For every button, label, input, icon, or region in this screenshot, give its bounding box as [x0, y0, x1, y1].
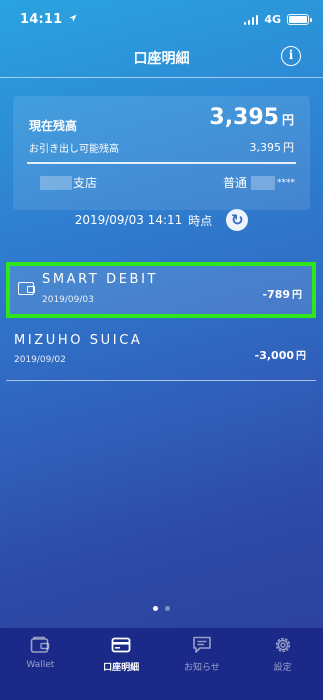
- available-balance-label: お引き出し可能残高: [29, 144, 119, 155]
- tab-account-statement[interactable]: 口座明細: [81, 628, 162, 700]
- page-title: 口座明細: [133, 51, 190, 67]
- transaction-amount: -789 円: [262, 288, 302, 301]
- tab-settings[interactable]: 設定: [242, 628, 323, 700]
- page-indicator: [0, 606, 323, 611]
- account-info: 普通 ****: [223, 174, 295, 191]
- status-time: 14:11: [20, 12, 77, 27]
- info-icon[interactable]: i: [281, 46, 301, 66]
- transaction-name: SMART DEBIT: [42, 272, 159, 287]
- gear-icon: [275, 637, 290, 653]
- as-of-datetime: 2019/09/03 14:11: [74, 213, 183, 227]
- as-of-suffix: 時点: [188, 213, 213, 228]
- balance-card: 現在残高 3,395 円 お引き出し可能残高 3,395 円 支店 普通 ****: [13, 96, 310, 210]
- tab-bar: Wallet 口座明細 お知らせ 設定: [0, 628, 323, 700]
- tab-settings-label: 設定: [273, 663, 292, 673]
- tab-notifications[interactable]: お知らせ: [162, 628, 243, 700]
- tab-account-statement-label: 口座明細: [103, 663, 140, 673]
- account-type: 普通: [222, 176, 247, 190]
- masked-branch: [40, 175, 72, 190]
- available-balance-amount: 3,395 円: [249, 141, 295, 154]
- status-bar: 14:11 4G: [0, 0, 323, 38]
- refresh-icon[interactable]: ↻: [226, 209, 249, 231]
- signal-icon: [243, 14, 259, 25]
- wallet-icon: [31, 636, 50, 653]
- transaction-date: 2019/09/02: [14, 355, 66, 365]
- transaction-row[interactable]: MIZUHO SUICA 2019/09/02 -3,000 円: [6, 325, 316, 381]
- wallet-icon: [18, 282, 35, 295]
- status-indicators: 4G: [243, 13, 312, 26]
- transaction-name: MIZUHO SUICA: [14, 333, 143, 348]
- current-balance-amount: 3,395 円: [209, 105, 294, 130]
- card-icon: [111, 637, 131, 653]
- as-of-row: 2019/09/03 14:11 時点 ↻: [0, 209, 323, 231]
- tab-wallet-label: Wallet: [26, 660, 55, 670]
- header: 口座明細 i: [0, 38, 323, 78]
- account-number-stars: ****: [277, 177, 295, 188]
- transaction-date: 2019/09/03: [42, 295, 94, 305]
- chat-icon: [193, 636, 211, 653]
- network-type: 4G: [264, 13, 281, 26]
- page-dot[interactable]: [165, 606, 170, 611]
- transaction-amount: -3,000 円: [254, 349, 306, 362]
- location-arrow-icon: [69, 14, 77, 22]
- transaction-row[interactable]: SMART DEBIT 2019/09/03 -789 円: [6, 262, 316, 318]
- page-dot-active[interactable]: [153, 606, 158, 611]
- tab-notifications-label: お知らせ: [183, 663, 220, 673]
- card-divider: [27, 162, 296, 164]
- branch-name: 支店: [39, 174, 97, 191]
- masked-account-number: [251, 175, 275, 190]
- current-balance-label: 現在残高: [29, 119, 78, 133]
- tab-wallet[interactable]: Wallet: [0, 628, 81, 700]
- battery-icon: [287, 14, 312, 25]
